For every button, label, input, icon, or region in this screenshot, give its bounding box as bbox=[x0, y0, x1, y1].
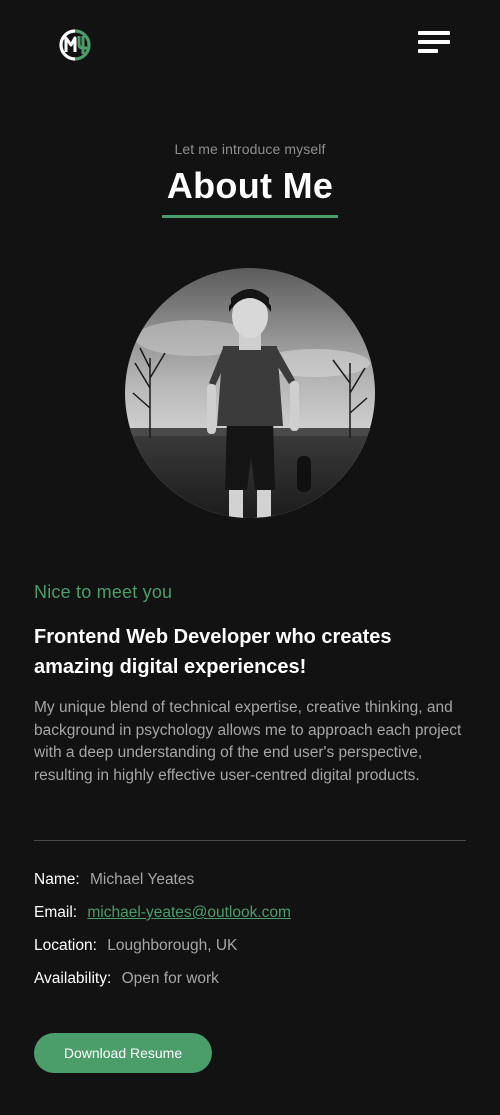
personal-details: Name: Michael Yeates Email: michael-yeat… bbox=[34, 871, 466, 1003]
email-link[interactable]: michael-yeates@outlook.com bbox=[87, 904, 291, 921]
section-subtitle: Let me introduce myself bbox=[174, 141, 326, 157]
availability-value: Open for work bbox=[121, 970, 219, 987]
detail-email: Email: michael-yeates@outlook.com bbox=[34, 904, 466, 937]
email-label: Email: bbox=[34, 904, 78, 921]
profile-photo bbox=[125, 268, 375, 518]
page-title: About Me bbox=[166, 165, 334, 206]
profile-photo-cyclist-icon bbox=[125, 268, 375, 518]
logo-icon[interactable] bbox=[58, 28, 92, 62]
detail-availability: Availability: Open for work bbox=[34, 970, 466, 1003]
location-label: Location: bbox=[34, 937, 97, 954]
site-header bbox=[0, 0, 500, 90]
tagline: Nice to meet you bbox=[34, 582, 173, 602]
detail-location: Location: Loughborough, UK bbox=[34, 937, 466, 970]
download-resume-button[interactable]: Download Resume bbox=[34, 1033, 212, 1073]
bio-paragraph: My unique blend of technical expertise, … bbox=[34, 699, 462, 784]
title-underline bbox=[162, 215, 338, 218]
name-label: Name: bbox=[34, 871, 80, 888]
divider bbox=[34, 840, 466, 841]
headline: Frontend Web Developer who creates amazi… bbox=[34, 626, 392, 678]
location-value: Loughborough, UK bbox=[107, 937, 238, 954]
name-value: Michael Yeates bbox=[89, 871, 195, 888]
detail-name: Name: Michael Yeates bbox=[34, 871, 466, 904]
availability-label: Availability: bbox=[34, 970, 112, 987]
hamburger-menu-icon[interactable] bbox=[418, 31, 452, 55]
